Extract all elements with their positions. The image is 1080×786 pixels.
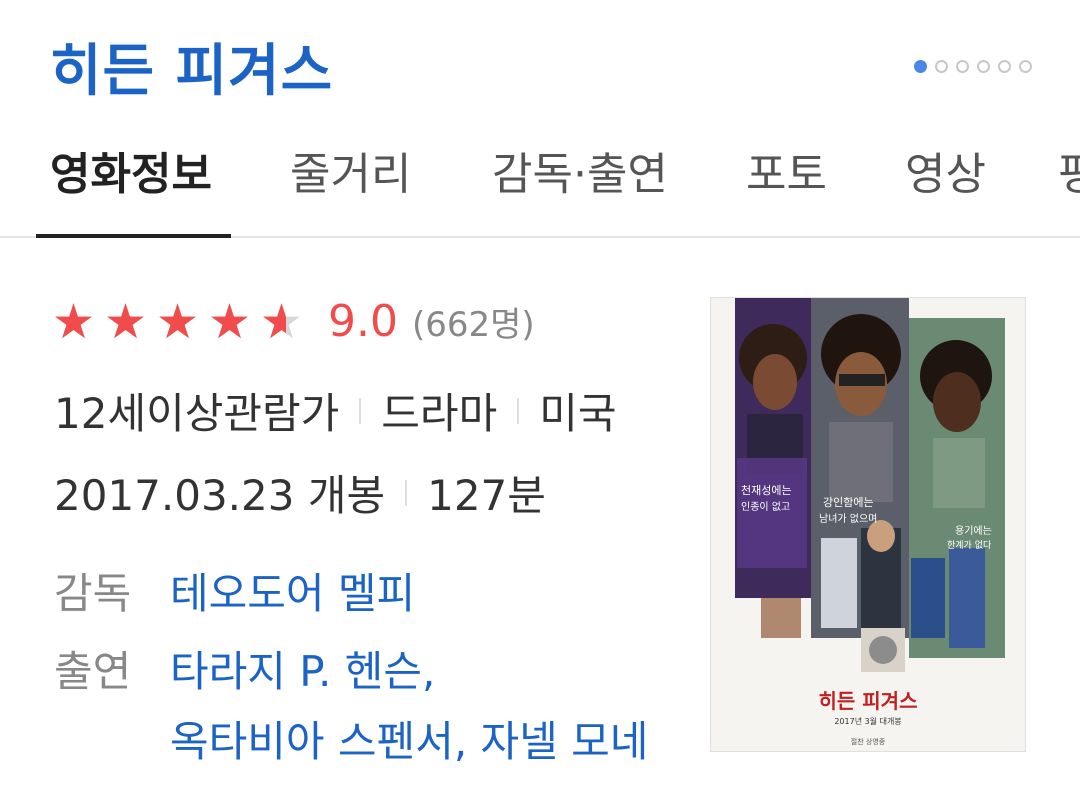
poster-caption: 강인함에는 — [823, 496, 874, 509]
carousel-dot[interactable] — [956, 60, 969, 73]
movie-poster[interactable]: 천재성에는 인종이 없고 강인함에는 남녀가 없으며 용기에는 한계가 없다 히… — [710, 297, 1026, 752]
movie-title: 히든 피겨스 — [50, 39, 334, 104]
carousel-dot[interactable] — [1019, 60, 1032, 73]
divider — [405, 479, 408, 506]
tab-synopsis[interactable]: 줄거리 — [290, 138, 411, 202]
star-icon: ★ ★ — [208, 297, 260, 347]
tab-video[interactable]: 영상 — [905, 138, 986, 202]
divider — [359, 397, 362, 424]
cast-label: 출연 — [54, 647, 132, 696]
carousel-dot[interactable] — [935, 60, 948, 73]
poster-caption: 인종이 없고 — [741, 500, 790, 513]
rating-row: ★ ★ ★ ★ ★ ★ ★ ★ ★ ★ 9.0 (662명) — [52, 296, 535, 347]
release-date: 2017.03.23 개봉 — [54, 471, 386, 520]
star-icon: ★ ★ — [52, 297, 104, 347]
star-fill-icon: ★ — [260, 296, 286, 347]
rating-count: (662명) — [411, 305, 535, 345]
poster-caption: 천재성에는 — [741, 483, 792, 497]
star-fill-icon: ★ — [156, 296, 200, 347]
poster-date: 2017년 3월 대개봉 — [834, 716, 901, 726]
cast-link-line2[interactable]: 옥타비아 스펜서, 자넬 모네 — [170, 708, 648, 769]
tab-director-cast[interactable]: 감독·출연 — [492, 138, 668, 202]
poster-image: 천재성에는 인종이 없고 강인함에는 남녀가 없으며 용기에는 한계가 없다 히… — [711, 298, 1025, 751]
tab-photo[interactable]: 포토 — [746, 138, 827, 202]
poster-footer: 절찬 상영중 — [851, 737, 886, 746]
star-fill-icon: ★ — [52, 296, 96, 347]
star-fill-icon: ★ — [104, 296, 148, 347]
country: 미국 — [539, 389, 617, 438]
star-rating: ★ ★ ★ ★ ★ ★ ★ ★ ★ ★ — [52, 297, 312, 347]
runtime: 127분 — [427, 471, 546, 520]
star-icon: ★ ★ — [156, 297, 208, 347]
poster-caption: 용기에는 — [955, 525, 992, 537]
poster-caption: 한계가 없다 — [947, 539, 992, 551]
carousel-dot[interactable] — [998, 60, 1011, 73]
tab-bar: 영화정보 줄거리 감독·출연 포토 영상 평 — [0, 128, 1080, 238]
info-line-1: 12세이상관람가 드라마 미국 — [54, 380, 617, 441]
director-label: 감독 — [54, 569, 132, 618]
rating-score: 9.0 — [328, 296, 398, 347]
active-tab-indicator — [36, 234, 231, 238]
star-fill-icon: ★ — [208, 296, 252, 347]
genre: 드라마 — [381, 389, 498, 438]
tab-review[interactable]: 평 — [1058, 138, 1080, 202]
carousel-dot[interactable] — [914, 60, 927, 73]
poster-caption: 남녀가 없으며 — [819, 512, 877, 525]
carousel-dot[interactable] — [977, 60, 990, 73]
info-line-2: 2017.03.23 개봉 127분 — [54, 462, 546, 523]
tab-movie-info[interactable]: 영화정보 — [50, 138, 212, 202]
divider — [517, 397, 520, 424]
age-rating: 12세이상관람가 — [54, 389, 340, 438]
star-icon: ★ ★ — [104, 297, 156, 347]
poster-title: 히든 피겨스 — [819, 689, 918, 713]
star-icon: ★ ★ — [260, 293, 304, 350]
carousel-indicator — [914, 60, 1032, 73]
cast-link-line1[interactable]: 타라지 P. 헨슨, — [170, 638, 435, 699]
director-link[interactable]: 테오도어 멜피 — [170, 560, 415, 621]
